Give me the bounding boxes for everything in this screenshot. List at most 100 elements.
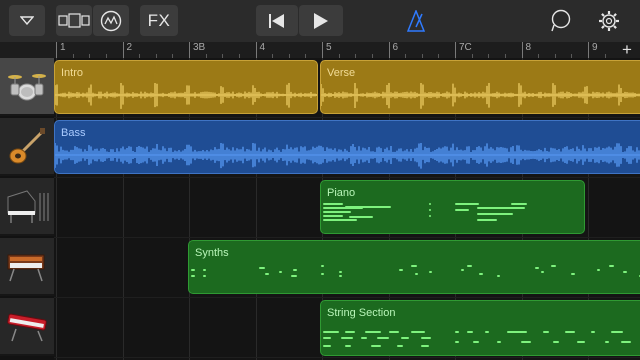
midi-note bbox=[397, 345, 403, 347]
midi-note bbox=[611, 331, 623, 333]
ruler-mark: 1 bbox=[56, 42, 66, 58]
midi-note bbox=[623, 271, 627, 273]
midi-note bbox=[473, 341, 479, 343]
loop-browser-button[interactable] bbox=[546, 5, 576, 36]
midi-note bbox=[511, 203, 527, 205]
fx-button[interactable]: FX bbox=[140, 5, 178, 36]
skip-back-icon bbox=[269, 13, 284, 28]
midi-note bbox=[455, 203, 479, 205]
midi-note bbox=[323, 211, 351, 213]
midi-note bbox=[461, 269, 464, 271]
midi-note bbox=[293, 269, 297, 271]
track-header-synth[interactable] bbox=[0, 238, 54, 296]
ruler-mark: 7C bbox=[455, 42, 472, 58]
midi-note bbox=[279, 271, 282, 273]
ruler-corner bbox=[0, 42, 54, 58]
track-header-bass[interactable] bbox=[0, 118, 54, 176]
midi-note bbox=[191, 269, 195, 271]
midi-note bbox=[323, 331, 339, 333]
region-label: Synths bbox=[195, 247, 229, 259]
midi-note bbox=[597, 269, 600, 271]
timeline-ruler[interactable]: 1 2 3B 4 5 6 7C 8 9 bbox=[54, 42, 640, 59]
midi-note bbox=[421, 345, 429, 347]
midi-note bbox=[203, 269, 206, 271]
midi-note bbox=[553, 341, 559, 343]
midi-note bbox=[571, 273, 575, 275]
midi-note bbox=[389, 331, 399, 333]
waveform bbox=[321, 83, 640, 109]
go-to-beginning-button[interactable] bbox=[256, 5, 298, 36]
region-piano[interactable]: Piano bbox=[320, 180, 585, 234]
midi-note bbox=[345, 331, 355, 333]
track-header-keyboard[interactable] bbox=[0, 298, 54, 356]
region-label: Intro bbox=[61, 67, 84, 79]
settings-button[interactable] bbox=[594, 5, 624, 36]
midi-note bbox=[399, 269, 403, 271]
midi-note bbox=[291, 275, 297, 277]
ruler-mark: 2 bbox=[122, 42, 132, 58]
region-label: Piano bbox=[327, 187, 356, 199]
midi-note bbox=[477, 213, 513, 215]
grand-piano-icon bbox=[7, 190, 49, 223]
midi-note bbox=[365, 331, 381, 333]
fx-label: FX bbox=[147, 10, 171, 30]
midi-note bbox=[339, 271, 342, 273]
midi-note bbox=[455, 341, 459, 343]
ruler-mark: 8 bbox=[521, 42, 531, 58]
track-headers bbox=[0, 58, 54, 360]
drum-kit-icon bbox=[8, 74, 46, 101]
ruler-mark: 3B bbox=[189, 42, 205, 58]
midi-note bbox=[455, 331, 459, 333]
midi-note bbox=[497, 341, 501, 343]
midi-note bbox=[265, 273, 269, 275]
triangle-down-icon bbox=[20, 16, 34, 25]
midi-note bbox=[323, 337, 331, 339]
region-synths[interactable]: Synths bbox=[188, 240, 640, 294]
midi-note bbox=[259, 267, 265, 269]
tracks-area[interactable]: Intro Verse Bass Piano Synths String Sec… bbox=[54, 58, 640, 360]
midi-note bbox=[361, 337, 367, 339]
track-header-piano[interactable] bbox=[0, 178, 54, 236]
midi-note bbox=[415, 273, 418, 275]
region-label: Bass bbox=[61, 127, 86, 139]
midi-note bbox=[485, 331, 489, 333]
midi-note bbox=[323, 203, 343, 205]
midi-note bbox=[411, 265, 417, 267]
control-bar: FX bbox=[0, 0, 640, 42]
region-intro[interactable]: Intro bbox=[54, 60, 318, 114]
metronome-icon bbox=[407, 9, 425, 32]
midi-note bbox=[605, 341, 609, 343]
midi-note bbox=[421, 337, 431, 339]
midi-note bbox=[429, 203, 431, 205]
midi-note bbox=[455, 209, 469, 211]
midi-note bbox=[345, 345, 351, 347]
midi-note bbox=[591, 331, 595, 333]
my-songs-button[interactable] bbox=[9, 5, 45, 36]
view-toggle-icon bbox=[58, 12, 90, 28]
region-bass[interactable]: Bass bbox=[54, 120, 640, 174]
midi-note bbox=[429, 271, 432, 273]
midi-note bbox=[411, 331, 425, 333]
ruler-mark: 9 bbox=[588, 42, 598, 58]
mixer-button[interactable] bbox=[93, 5, 129, 36]
midi-note bbox=[543, 331, 549, 333]
waveform bbox=[55, 143, 640, 169]
region-verse[interactable]: Verse bbox=[320, 60, 640, 114]
midi-note bbox=[477, 219, 497, 221]
midi-note bbox=[541, 271, 544, 273]
play-icon bbox=[314, 12, 328, 29]
midi-note bbox=[349, 216, 373, 218]
waveform bbox=[55, 83, 317, 109]
midi-note bbox=[321, 265, 324, 267]
metronome-button[interactable] bbox=[401, 5, 431, 36]
mixer-knob-icon bbox=[100, 10, 122, 31]
region-string-section[interactable]: String Section bbox=[320, 300, 640, 356]
play-button[interactable] bbox=[299, 5, 343, 36]
add-section-button[interactable]: + bbox=[614, 41, 640, 58]
track-header-drums[interactable] bbox=[0, 58, 54, 116]
gear-icon bbox=[599, 10, 619, 31]
midi-note bbox=[371, 345, 381, 347]
midi-note bbox=[621, 341, 631, 343]
browser-button[interactable] bbox=[56, 5, 92, 36]
midi-note bbox=[191, 275, 195, 277]
